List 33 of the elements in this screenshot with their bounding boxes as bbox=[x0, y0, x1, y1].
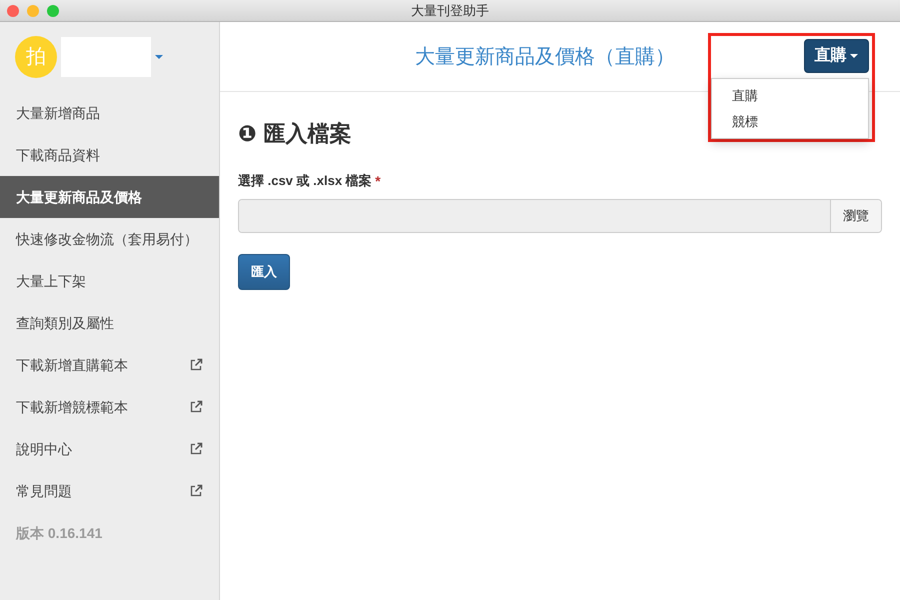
section-title: 匯入檔案 bbox=[264, 120, 352, 148]
sidebar-item[interactable]: 大量上下架 bbox=[0, 260, 219, 302]
caret-icon[interactable] bbox=[154, 54, 164, 60]
window-title: 大量刊登助手 bbox=[411, 2, 489, 20]
avatar: 拍 bbox=[15, 36, 57, 78]
external-link-icon bbox=[189, 358, 203, 372]
sidebar-item[interactable]: 下載新增直購範本 bbox=[0, 344, 219, 386]
external-link-icon bbox=[189, 400, 203, 414]
sidebar-item[interactable]: 下載新增競標範本 bbox=[0, 386, 219, 428]
window-control-icon[interactable] bbox=[27, 5, 39, 17]
sidebar-item[interactable]: 大量更新商品及價格 bbox=[0, 176, 219, 218]
browse-button[interactable]: 瀏覽 bbox=[830, 200, 881, 232]
field-label: 選擇 .csv 或 .xlsx 檔案 bbox=[238, 172, 372, 190]
sidebar-item[interactable]: 快速修改金物流（套用易付） bbox=[0, 218, 219, 260]
required-mark: * bbox=[375, 172, 381, 191]
dropdown-item[interactable]: 直購 bbox=[712, 83, 868, 108]
dropdown-item[interactable]: 競標 bbox=[712, 108, 868, 134]
file-input-field[interactable]: 瀏覽 bbox=[238, 199, 882, 233]
step-number: ❶ bbox=[238, 120, 257, 148]
page-title: 大量更新商品及價格（直購） bbox=[415, 44, 675, 70]
external-link-icon bbox=[189, 484, 203, 498]
window-control-icon[interactable] bbox=[7, 5, 19, 17]
external-link-icon bbox=[189, 442, 203, 456]
sidebar-item[interactable]: 大量新增商品 bbox=[0, 92, 219, 134]
caret-icon bbox=[850, 54, 858, 58]
sidebar-item[interactable]: 下載商品資料 bbox=[0, 134, 219, 176]
sidebar-item[interactable]: 說明中心 bbox=[0, 428, 219, 470]
import-button[interactable]: 匯入 bbox=[238, 254, 290, 290]
sidebar-item[interactable]: 查詢類別及屬性 bbox=[0, 302, 219, 344]
mode-dropdown-button[interactable]: 直購 bbox=[804, 39, 869, 73]
window-control-icon[interactable] bbox=[47, 5, 59, 17]
sidebar-item[interactable]: 常見問題 bbox=[0, 470, 219, 512]
version-label: 版本 0.16.141 bbox=[14, 524, 104, 542]
